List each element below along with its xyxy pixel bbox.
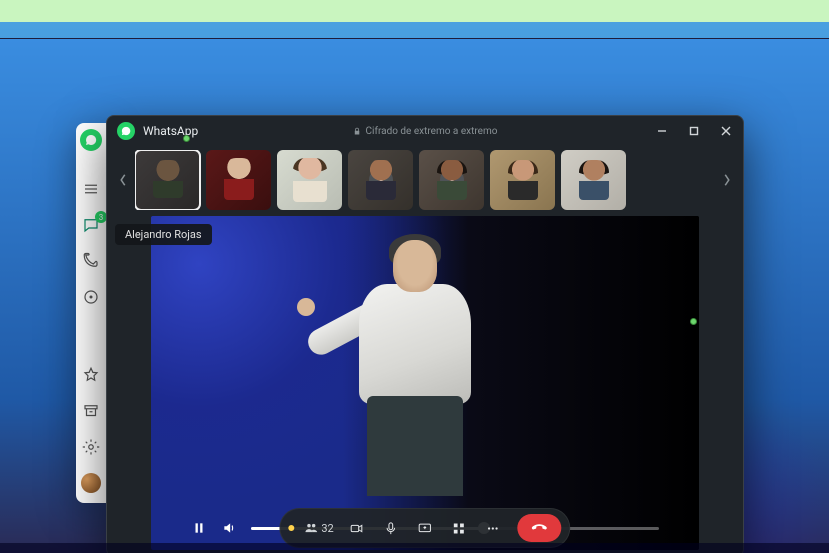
windows-taskbar[interactable] <box>0 543 829 553</box>
encryption-text: Cifrado de extremo a extremo <box>366 126 498 137</box>
strip-prev-button[interactable] <box>115 150 131 210</box>
starred-icon[interactable] <box>81 365 101 385</box>
end-call-button[interactable] <box>518 514 562 542</box>
lock-icon <box>353 127 362 136</box>
participant-thumbnail[interactable] <box>561 150 626 210</box>
muted-icon <box>369 168 393 192</box>
guide-dot <box>183 135 190 142</box>
participant-thumbnail[interactable] <box>277 150 342 210</box>
guide-dot <box>690 318 697 325</box>
participant-thumbnail[interactable] <box>490 150 555 210</box>
app-title: WhatsApp <box>143 124 198 138</box>
mic-toggle-button[interactable] <box>378 515 404 541</box>
participant-thumbnail[interactable] <box>206 150 271 210</box>
more-options-button[interactable] <box>480 515 506 541</box>
pause-button[interactable] <box>191 520 207 536</box>
chevron-right-icon <box>722 173 732 187</box>
whatsapp-logo-icon <box>80 129 102 151</box>
participant-thumbnail[interactable] <box>419 150 484 210</box>
screen-share-button[interactable] <box>412 515 438 541</box>
chats-tab-icon[interactable]: 3 <box>81 215 101 235</box>
desktop: 3 WhatsApp Cifrado de extremo a <box>0 38 829 553</box>
whatsapp-main-sidebar: 3 <box>76 123 106 503</box>
profile-avatar[interactable] <box>81 473 101 493</box>
status-tab-icon[interactable] <box>81 287 101 307</box>
video-toggle-button[interactable] <box>344 515 370 541</box>
hangup-icon <box>531 519 549 537</box>
screen-share-icon <box>417 521 432 536</box>
mic-icon <box>383 521 398 536</box>
menu-icon[interactable] <box>81 179 101 199</box>
settings-icon[interactable] <box>81 437 101 457</box>
calls-tab-icon[interactable] <box>81 251 101 271</box>
chevron-left-icon <box>118 173 128 187</box>
participant-thumbnail[interactable] <box>135 150 200 210</box>
participant-name-tooltip: Alejandro Rojas <box>115 224 212 245</box>
archive-icon[interactable] <box>81 401 101 421</box>
participant-count-button[interactable]: 32 <box>302 521 335 535</box>
video-icon <box>349 521 364 536</box>
strip-next-button[interactable] <box>719 150 735 210</box>
call-window: WhatsApp Cifrado de extremo a extremo <box>106 115 744 553</box>
connection-status-dot <box>288 525 294 531</box>
volume-button[interactable] <box>221 520 237 536</box>
encryption-label: Cifrado de extremo a extremo <box>353 126 498 137</box>
maximize-button[interactable] <box>687 124 701 138</box>
participant-thumbnail[interactable] <box>348 150 413 210</box>
participant-count-value: 32 <box>321 522 333 535</box>
minimize-button[interactable] <box>655 124 669 138</box>
whatsapp-logo-icon <box>117 122 135 140</box>
people-icon <box>304 521 318 535</box>
titlebar: WhatsApp Cifrado de extremo a extremo <box>107 116 743 146</box>
more-icon <box>485 521 500 536</box>
grid-icon <box>451 521 466 536</box>
presenter-figure <box>311 234 501 496</box>
grid-view-button[interactable] <box>446 515 472 541</box>
call-controls: 32 <box>279 508 570 548</box>
muted-icon <box>440 168 464 192</box>
close-button[interactable] <box>719 124 733 138</box>
participant-strip <box>107 146 743 216</box>
promo-top-strip <box>0 0 829 22</box>
main-video-stage[interactable] <box>151 216 699 550</box>
